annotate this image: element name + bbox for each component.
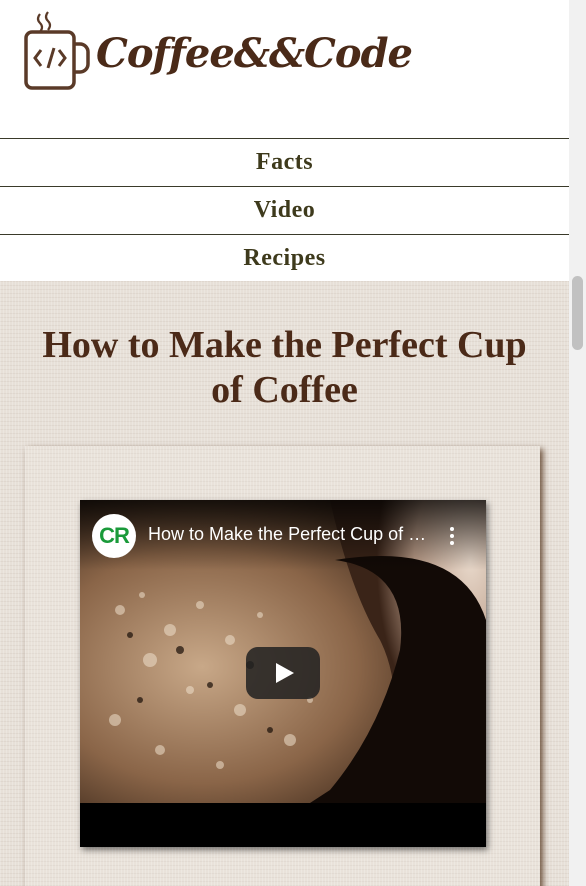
- nav-item-facts[interactable]: Facts: [0, 138, 569, 186]
- video-card: CR How to Make the Perfect Cup of Coffee: [25, 446, 540, 886]
- nav-item-video[interactable]: Video: [0, 186, 569, 234]
- channel-avatar[interactable]: CR: [92, 514, 136, 558]
- page-scrollbar[interactable]: [569, 0, 586, 886]
- kebab-menu-icon[interactable]: [440, 524, 464, 548]
- coffee-mug-code-icon[interactable]: [18, 10, 94, 92]
- site-logo-text[interactable]: Coffee&&Code: [96, 30, 413, 77]
- video-title[interactable]: How to Make the Perfect Cup of Coffee: [148, 524, 438, 545]
- scrollbar-thumb[interactable]: [572, 276, 583, 350]
- main-nav: Facts Video Recipes: [0, 138, 569, 282]
- page: Coffee&&Code Facts Video Recipes How to …: [0, 0, 569, 886]
- page-title: How to Make the Perfect Cup of Coffee: [42, 324, 527, 411]
- video-player[interactable]: CR How to Make the Perfect Cup of Coffee: [80, 500, 486, 847]
- site-header: Coffee&&Code: [0, 0, 569, 138]
- play-button[interactable]: [246, 647, 320, 699]
- main-content: How to Make the Perfect Cup of Coffee CR…: [0, 281, 569, 886]
- play-icon: [276, 663, 294, 683]
- nav-item-recipes[interactable]: Recipes: [0, 234, 569, 282]
